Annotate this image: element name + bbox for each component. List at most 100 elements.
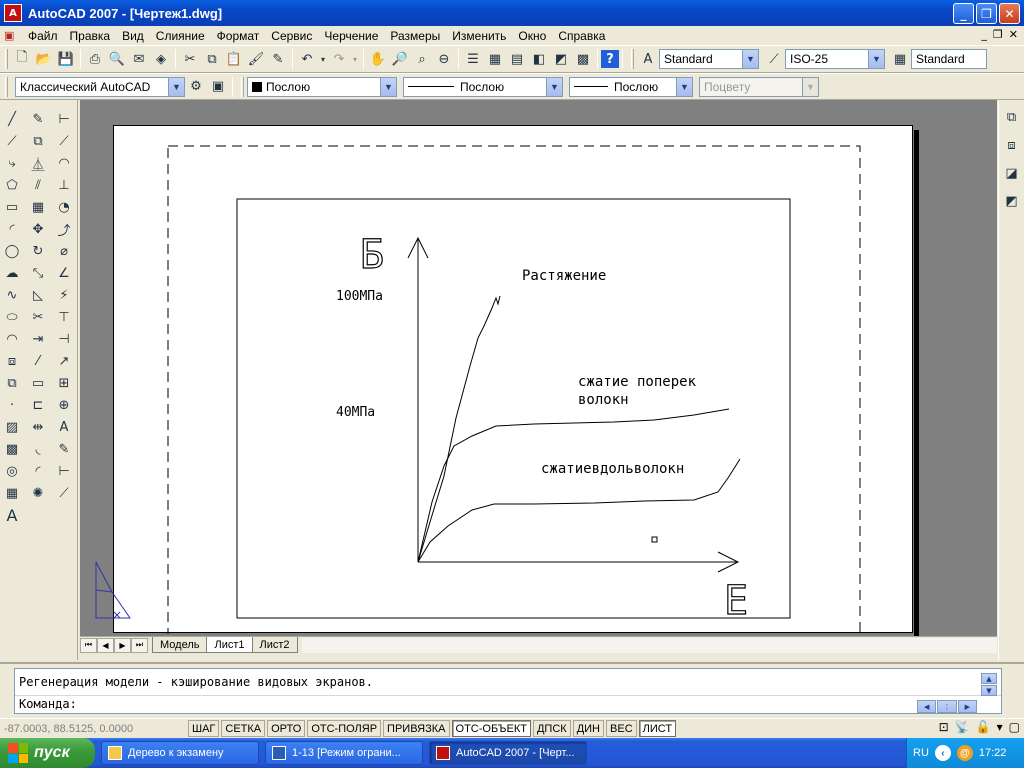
gradient-icon[interactable]: ▩ xyxy=(1,438,23,460)
print-icon[interactable]: ⎙ xyxy=(84,48,106,70)
close-button[interactable]: ✕ xyxy=(999,3,1020,24)
menu-tools[interactable]: Сервис xyxy=(265,29,318,43)
zoom-window-icon[interactable]: ⌕ xyxy=(411,48,433,70)
offset-icon[interactable]: ⫽ xyxy=(27,174,49,196)
viewport-frame[interactable] xyxy=(236,198,791,619)
menu-view[interactable]: Вид xyxy=(116,29,150,43)
circle-icon[interactable]: ◯ xyxy=(1,240,23,262)
insert-block-icon[interactable]: ⧈ xyxy=(1,350,23,372)
new-file-icon[interactable]: 🗋 xyxy=(11,48,33,70)
ortho-toggle[interactable]: ОРТО xyxy=(267,720,306,737)
arc-icon[interactable]: ◜ xyxy=(1,218,23,240)
rectangle-icon[interactable]: ▭ xyxy=(1,196,23,218)
scroll-right-icon[interactable]: ▶ xyxy=(957,700,977,713)
move-icon[interactable]: ✥ xyxy=(27,218,49,240)
last-tab-icon[interactable]: ⏭ xyxy=(131,637,148,653)
polyline-icon[interactable]: ⤷ xyxy=(1,152,23,174)
stretch-icon[interactable]: ◺ xyxy=(27,284,49,306)
ellipse-arc-icon[interactable]: ◠ xyxy=(1,328,23,350)
title-bar[interactable]: A AutoCAD 2007 - [Чертеж1.dwg] _ ❐ ✕ xyxy=(0,0,1024,26)
explode-icon[interactable]: ◜ xyxy=(27,460,49,482)
chevron-down-icon[interactable]: ▼ xyxy=(546,77,562,96)
rotate-icon[interactable]: ↻ xyxy=(27,240,49,262)
scroll-up-icon[interactable]: ▲ xyxy=(981,673,997,684)
center-mark-icon[interactable]: ⊕ xyxy=(53,394,75,416)
doc-restore-button[interactable]: ❐ xyxy=(993,28,1003,41)
grid-toggle[interactable]: СЕТКА xyxy=(221,720,266,737)
text-style-icon[interactable]: A xyxy=(637,48,659,70)
chevron-down-icon[interactable]: ▼ xyxy=(676,77,692,96)
array-icon[interactable]: ▦ xyxy=(27,196,49,218)
communication-center-icon[interactable]: 📡 xyxy=(955,720,970,734)
lock-icon[interactable]: 🔓 xyxy=(976,720,991,734)
match-properties-icon[interactable]: 🖌 xyxy=(245,48,267,70)
menu-edit[interactable]: Правка xyxy=(64,29,117,43)
copy-icon[interactable]: ⧉ xyxy=(201,48,223,70)
mirror-icon[interactable]: ⏅ xyxy=(27,152,49,174)
jogged-dimension-icon[interactable]: ⤴ xyxy=(53,218,75,240)
break-icon[interactable]: ▭ xyxy=(27,372,49,394)
dimension-style-icon[interactable]: ⟋ xyxy=(53,482,75,504)
sheet-set-icon[interactable]: ◧ xyxy=(528,48,550,70)
explode-burst-icon[interactable]: ✺ xyxy=(27,482,49,504)
clock[interactable]: 17:22 xyxy=(979,747,1007,759)
polygon-icon[interactable]: ⬠ xyxy=(1,174,23,196)
scroll-thumb[interactable]: ⋮ xyxy=(937,700,957,713)
chevron-down-icon[interactable]: ▼ xyxy=(168,77,184,96)
chevron-down-icon[interactable]: ▼ xyxy=(380,77,396,96)
scale-icon[interactable]: ⤡ xyxy=(27,262,49,284)
minimize-button[interactable]: _ xyxy=(953,3,974,24)
clean-screen-icon[interactable]: ▢ xyxy=(1009,720,1020,734)
calculator-icon[interactable]: ▩ xyxy=(572,48,594,70)
design-center-icon[interactable]: ▦ xyxy=(484,48,506,70)
lineweight-select[interactable]: Послою ▼ xyxy=(569,76,693,97)
prev-tab-icon[interactable]: ◀ xyxy=(97,637,114,653)
publish-icon[interactable]: ✉ xyxy=(128,48,150,70)
print-preview-icon[interactable]: 🔍 xyxy=(106,48,128,70)
command-prompt[interactable]: Команда: xyxy=(19,697,77,711)
next-tab-icon[interactable]: ▶ xyxy=(114,637,131,653)
region-icon[interactable]: ◎ xyxy=(1,460,23,482)
tray-network-icon[interactable]: @ xyxy=(956,745,973,761)
arc-length-icon[interactable]: ◠ xyxy=(53,152,75,174)
menu-file[interactable]: Файл xyxy=(22,29,64,43)
block-editor-icon[interactable]: ✎ xyxy=(267,48,289,70)
cut-icon[interactable]: ✂ xyxy=(179,48,201,70)
toolbar-grip[interactable] xyxy=(5,49,8,69)
workspace-select[interactable]: Классический AutoCAD ▼ xyxy=(15,76,185,97)
workspace-save-icon[interactable]: ▣ xyxy=(207,76,229,98)
tool-palettes-icon[interactable]: ▤ xyxy=(506,48,528,70)
erase-icon[interactable]: ✎ xyxy=(27,108,49,130)
properties-icon[interactable]: ☰ xyxy=(462,48,484,70)
layout-paper[interactable]: Б Е 100МПа 40МПа Растяжение сжатие попер… xyxy=(113,125,914,637)
dim-style-select[interactable]: ISO-25 ▼ xyxy=(785,49,885,69)
make-block-icon[interactable]: ⧉ xyxy=(1,372,23,394)
open-file-icon[interactable]: 📂 xyxy=(33,48,55,70)
chamfer-icon[interactable]: ⇹ xyxy=(27,416,49,438)
toolbar-grip[interactable] xyxy=(5,76,8,97)
construction-line-icon[interactable]: ⟋ xyxy=(1,130,23,152)
autocad-app-icon[interactable]: A xyxy=(4,4,22,22)
command-scrollbar[interactable]: ▲ ▼ xyxy=(981,673,997,697)
help-icon[interactable]: ? xyxy=(601,50,619,68)
break-at-point-icon[interactable]: ⁄ xyxy=(27,350,49,372)
chevron-down-icon[interactable]: ▼ xyxy=(742,50,758,68)
tab-sheet2[interactable]: Лист2 xyxy=(251,637,298,653)
start-button[interactable]: пуск xyxy=(0,738,95,768)
dimension-text-edit-icon[interactable]: ✎ xyxy=(53,438,75,460)
polar-toggle[interactable]: ОТС-ПОЛЯР xyxy=(307,720,382,737)
table-style-icon[interactable]: ▦ xyxy=(889,48,911,70)
menu-merge[interactable]: Слияние xyxy=(150,29,211,43)
taskbar-item-autocad[interactable]: AutoCAD 2007 - [Черт... xyxy=(429,741,587,765)
continue-dimension-icon[interactable]: ⊣ xyxy=(53,328,75,350)
ordinate-dimension-icon[interactable]: ⊥ xyxy=(53,174,75,196)
trim-icon[interactable]: ✂ xyxy=(27,306,49,328)
revision-cloud-icon[interactable]: ☁ xyxy=(1,262,23,284)
join-icon[interactable]: ⊏ xyxy=(27,394,49,416)
angular-dimension-icon[interactable]: ∠ xyxy=(53,262,75,284)
paste-icon[interactable]: 📋 xyxy=(223,48,245,70)
radius-dimension-icon[interactable]: ◔ xyxy=(53,196,75,218)
drawing-canvas[interactable]: Б Е 100МПа 40МПа Растяжение сжатие попер… xyxy=(114,126,914,637)
table-icon[interactable]: ▦ xyxy=(1,482,23,504)
snap-toggle[interactable]: ШАГ xyxy=(188,720,220,737)
